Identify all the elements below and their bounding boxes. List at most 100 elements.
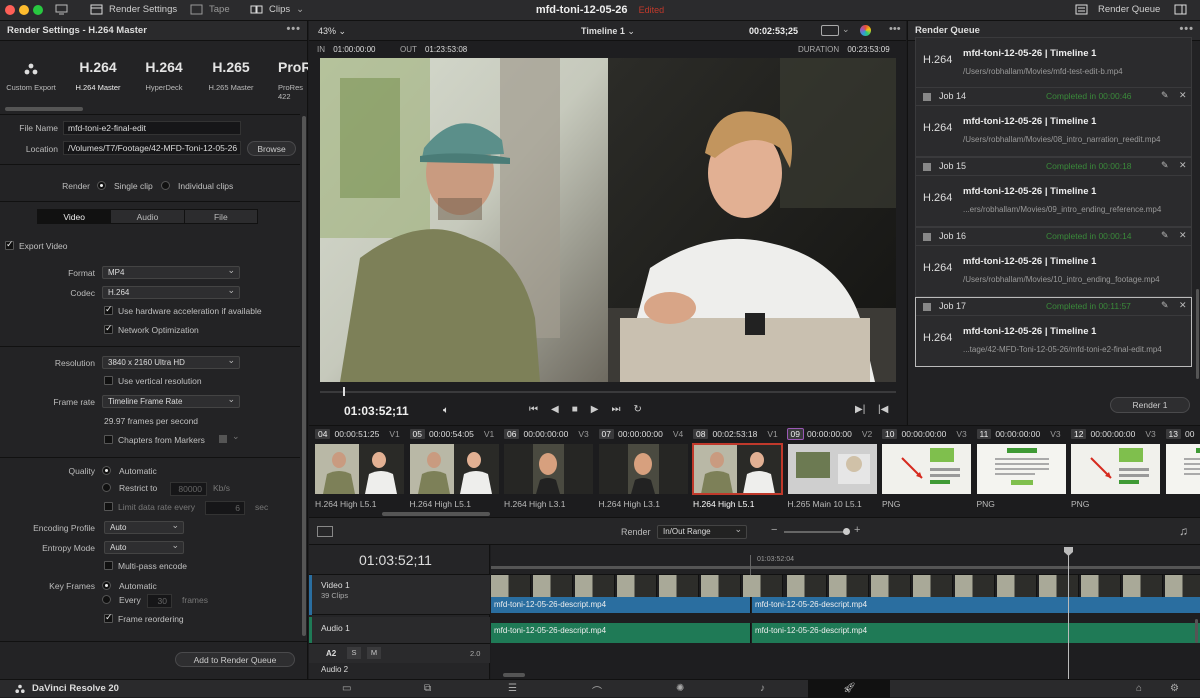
zoom-select[interactable]: 43% ⌄	[318, 26, 346, 37]
frame-reordering-checkbox[interactable]	[104, 614, 113, 623]
scrubber-playhead[interactable]	[343, 387, 345, 396]
render-job-selected[interactable]: Job 17 Completed in 00:11:57 ✎ ✕ H.264 m…	[915, 297, 1192, 367]
track-scrollbar[interactable]	[1195, 619, 1198, 643]
kf-every-input[interactable]: 30	[147, 594, 172, 608]
render-job[interactable]: Job 15 Completed in 00:00:18 ✎ ✕ H.264 m…	[915, 157, 1192, 227]
limit-rate-input[interactable]: 6	[205, 501, 245, 515]
fusion-page-icon[interactable]: ⌒	[592, 683, 602, 698]
render-job[interactable]: Job 16 Completed in 00:00:14 ✎ ✕ H.264 m…	[915, 227, 1192, 297]
location-input[interactable]: /Volumes/T7/Footage/42-MFD-Toni-12-05-26	[63, 141, 241, 155]
mark-in-icon[interactable]: ▶︎|	[855, 404, 865, 415]
clip-thumbnail[interactable]	[504, 444, 593, 494]
timeline-ruler[interactable]: 01:03:52:04	[491, 545, 1200, 575]
clip-thumbnail[interactable]	[882, 444, 971, 494]
mark-out-icon[interactable]: |◀︎	[878, 404, 888, 415]
more-options-icon[interactable]: •••	[889, 23, 901, 35]
kf-every-radio[interactable]	[102, 595, 111, 604]
clip-thumbnail[interactable]	[315, 444, 404, 494]
preset-h265-master[interactable]: H.265 H.265 Master	[200, 59, 262, 92]
output-device-icon[interactable]	[821, 25, 839, 36]
gear-icon[interactable]: ⚙︎	[1170, 683, 1179, 694]
zoom-slider[interactable]	[784, 531, 846, 533]
video-clip[interactable]: mfd-toni-12-05-26-descript.mp4	[752, 597, 1200, 613]
timeline-tracks[interactable]: 01:03:52:04 mfd-toni-12-05-26-descript.m…	[491, 545, 1200, 679]
kf-automatic-radio[interactable]	[102, 581, 111, 590]
render-job[interactable]: H.264 mfd-toni-12-05-26 | Timeline 1 /Us…	[915, 37, 1192, 89]
close-icon[interactable]: ✕	[1179, 300, 1187, 311]
play-icon[interactable]: ▶︎	[591, 404, 599, 415]
audio-meter-icon[interactable]: ♫	[1179, 524, 1188, 538]
clip-tile[interactable]: 1200:00:00:00V3PNG	[1067, 426, 1161, 518]
encoding-profile-select[interactable]: Auto	[104, 521, 184, 534]
clip-thumbnail[interactable]	[977, 444, 1066, 494]
edit-icon[interactable]: ✎	[1161, 230, 1169, 241]
limit-rate-checkbox[interactable]	[104, 502, 113, 511]
restrict-to-input[interactable]: 80000	[170, 482, 207, 496]
clip-thumbnail[interactable]	[693, 444, 782, 494]
preset-scrollbar[interactable]	[5, 107, 83, 111]
multipass-checkbox[interactable]	[104, 561, 113, 570]
browse-button[interactable]: Browse	[247, 141, 296, 156]
marker-color-icon[interactable]	[219, 435, 227, 443]
clip-tile[interactable]: 0800:02:53:18V1H.264 High L5.1	[689, 426, 783, 518]
clip-thumbnail[interactable]	[410, 444, 499, 494]
edit-icon[interactable]: ✎	[1161, 160, 1169, 171]
render-button[interactable]: Render 1	[1110, 397, 1190, 413]
tab-file[interactable]: File	[185, 210, 257, 223]
restrict-to-radio[interactable]	[102, 483, 111, 492]
render-range-select[interactable]: In/Out Range	[657, 525, 747, 539]
close-icon[interactable]: ✕	[1179, 230, 1187, 241]
settings-scrollbar[interactable]	[302, 116, 306, 636]
chevron-down-icon[interactable]: ⌄	[232, 431, 240, 442]
color-page-icon[interactable]: ✺	[676, 683, 684, 694]
single-clip-radio[interactable]	[97, 181, 106, 190]
clip-tile[interactable]: 0500:00:54:05V1H.264 High L5.1	[406, 426, 500, 518]
mute-button[interactable]: M	[367, 647, 381, 659]
quality-automatic-radio[interactable]	[102, 466, 111, 475]
clip-tile[interactable]: 0400:00:51:25V1H.264 High L5.1	[311, 426, 405, 518]
audio-clip[interactable]: mfd-toni-12-05-26-descript.mp4	[491, 623, 751, 643]
video-clip[interactable]: mfd-toni-12-05-26-descript.mp4	[491, 597, 751, 613]
skip-to-start-icon[interactable]: ⏮︎	[529, 404, 538, 415]
preset-hyperdeck[interactable]: H.264 HyperDeck	[133, 59, 195, 92]
chevron-down-icon[interactable]: ⌄	[842, 24, 850, 35]
individual-clips-radio[interactable]	[161, 181, 170, 190]
preset-prores[interactable]: ProRe ProRes 422	[266, 59, 308, 101]
tab-video[interactable]: Video	[38, 210, 111, 223]
export-video-checkbox[interactable]	[5, 241, 14, 250]
sidebar-toggle-icon[interactable]	[1174, 4, 1187, 15]
zoom-slider-handle[interactable]	[843, 528, 850, 535]
video-track-header[interactable]: Video 1 39 Clips	[309, 575, 490, 615]
clips-scrollbar[interactable]	[382, 512, 490, 516]
deliver-page-tab[interactable]: 🚀︎	[808, 680, 890, 698]
format-select[interactable]: MP4	[102, 266, 240, 279]
preset-h264-master[interactable]: H.264 H.264 Master	[67, 59, 129, 92]
home-icon[interactable]: ⌂	[1136, 683, 1142, 694]
solo-button[interactable]: S	[347, 647, 361, 659]
skip-to-end-icon[interactable]: ⏭︎	[611, 404, 620, 415]
codec-select[interactable]: H.264	[102, 286, 240, 299]
queue-scrollbar[interactable]	[1196, 289, 1199, 379]
clip-thumbnail[interactable]	[599, 444, 688, 494]
file-name-input[interactable]: mfd-toni-e2-final-edit	[63, 121, 241, 135]
network-optimization-checkbox[interactable]	[104, 325, 113, 334]
clip-tile[interactable]: 1300	[1162, 426, 1200, 518]
preset-custom-export[interactable]: Custom Export	[0, 59, 62, 92]
vertical-resolution-checkbox[interactable]	[104, 376, 113, 385]
more-options-icon[interactable]: •••	[1179, 23, 1194, 35]
timeline-options-icon[interactable]	[317, 526, 333, 537]
audio-track-header[interactable]: Audio 1	[309, 617, 490, 643]
more-options-icon[interactable]: •••	[286, 23, 301, 35]
close-icon[interactable]: ✕	[1179, 90, 1187, 101]
playback-scrubber[interactable]	[320, 391, 896, 393]
close-icon[interactable]: ✕	[1179, 160, 1187, 171]
timeline-scrollbar[interactable]	[503, 673, 525, 677]
clip-tile[interactable]: 0700:00:00:00V4H.264 High L3.1	[595, 426, 689, 518]
color-wheel-icon[interactable]	[860, 25, 871, 36]
render-queue-toggle[interactable]: Render Queue	[1075, 4, 1160, 15]
zoom-out-icon[interactable]: −	[771, 524, 777, 536]
clip-tile[interactable]: 1000:00:00:00V3PNG	[878, 426, 972, 518]
edit-icon[interactable]: ✎	[1161, 300, 1169, 311]
fairlight-page-icon[interactable]: ♪	[760, 683, 765, 694]
clip-thumbnail[interactable]	[788, 444, 877, 494]
